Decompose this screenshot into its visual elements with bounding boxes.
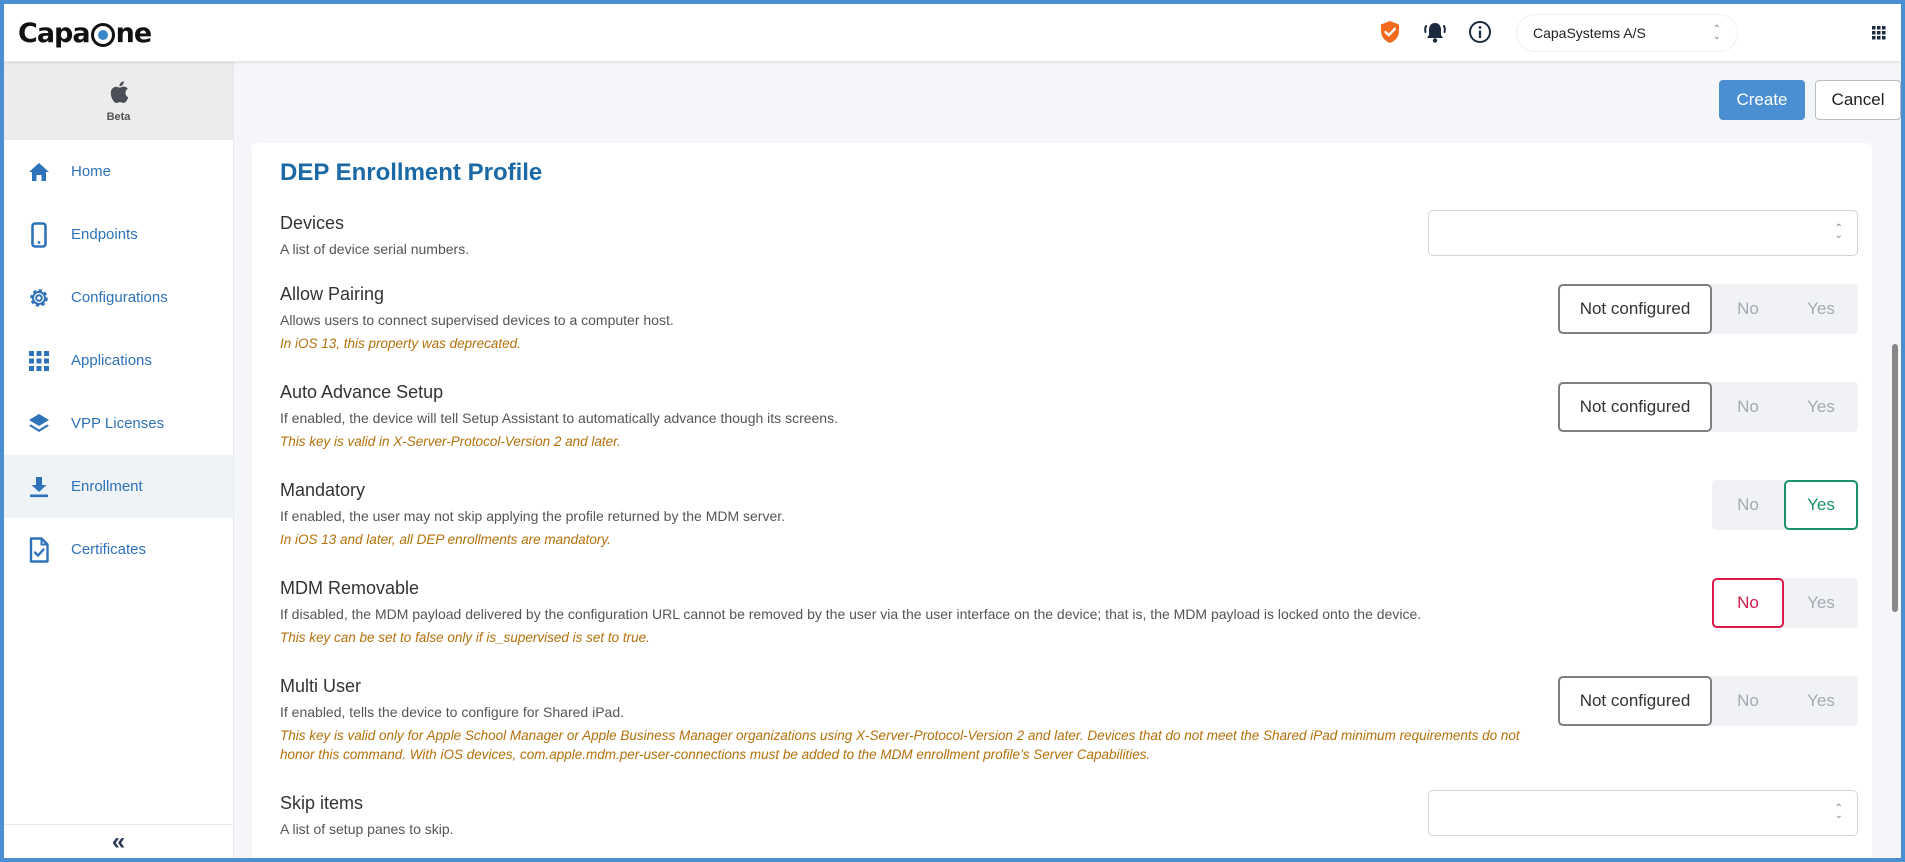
sidebar-item-label: Configurations <box>71 289 168 306</box>
option-not-configured[interactable]: Not configured <box>1558 284 1712 334</box>
option-no[interactable]: No <box>1712 676 1784 726</box>
option-yes[interactable]: Yes <box>1784 578 1858 628</box>
phone-icon <box>25 221 53 249</box>
field-mdm-removable: MDM Removable If disabled, the MDM paylo… <box>280 578 1842 647</box>
download-icon <box>25 473 53 501</box>
bell-icon[interactable] <box>1421 18 1449 46</box>
field-label: Mandatory <box>280 480 366 500</box>
option-yes[interactable]: Yes <box>1784 480 1858 530</box>
form-card: DEP Enrollment Profile Devices A list of… <box>252 143 1872 858</box>
updown-chevron-icon: ⌃ ⌄ <box>1834 223 1843 241</box>
top-bar: Capa ne CapaSystems A/S ⌃ ⌄ <box>4 4 1901 62</box>
option-not-configured[interactable]: Not configured <box>1558 382 1712 432</box>
updown-chevron-icon: ⌃ ⌄ <box>1712 24 1721 42</box>
grid-icon <box>25 347 53 375</box>
option-no[interactable]: No <box>1712 578 1784 628</box>
field-note: This key can be set to false only if is_… <box>280 630 650 645</box>
multi-user-toggle: Not configured No Yes <box>1558 676 1858 726</box>
field-note: This key is valid only for Apple School … <box>280 728 1520 762</box>
field-description: If enabled, the user may not skip applyi… <box>280 508 786 524</box>
create-button[interactable]: Create <box>1719 80 1805 120</box>
logo-o-mark-icon <box>90 23 115 47</box>
sidebar-item-home[interactable]: Home <box>4 140 233 203</box>
option-no[interactable]: No <box>1712 480 1784 530</box>
auto-advance-setup-toggle: Not configured No Yes <box>1558 382 1858 432</box>
collapse-sidebar-button[interactable]: « <box>4 824 233 858</box>
option-yes[interactable]: Yes <box>1784 676 1858 726</box>
action-bar: Create Cancel <box>1719 80 1901 120</box>
field-label: MDM Removable <box>280 578 420 598</box>
sidebar-item-label: VPP Licenses <box>71 415 165 432</box>
option-yes[interactable]: Yes <box>1784 284 1858 334</box>
organization-selector[interactable]: CapaSystems A/S ⌃ ⌄ <box>1516 14 1738 52</box>
sidebar-item-label: Certificates <box>71 541 147 558</box>
platform-label: Beta <box>106 110 131 123</box>
field-description: If disabled, the MDM payload delivered b… <box>280 606 1422 622</box>
sidebar-item-configurations[interactable]: Configurations <box>4 266 233 329</box>
vertical-scrollbar[interactable] <box>1892 344 1898 612</box>
sidebar-item-label: Endpoints <box>71 226 138 243</box>
sidebar-item-label: Home <box>71 163 112 180</box>
shield-check-icon[interactable] <box>1376 18 1404 46</box>
gear-icon <box>25 284 53 312</box>
home-icon <box>25 158 53 186</box>
apps-grid-icon[interactable] <box>1872 26 1886 45</box>
devices-select[interactable]: ⌃ ⌄ <box>1428 210 1858 256</box>
app-window: Capa ne CapaSystems A/S ⌃ ⌄ Beta Home En… <box>4 4 1901 858</box>
organization-name: CapaSystems A/S <box>1533 25 1646 41</box>
field-note: This key is valid in X-Server-Protocol-V… <box>280 434 621 449</box>
double-chevron-left-icon: « <box>111 827 126 855</box>
info-icon[interactable] <box>1466 18 1494 46</box>
cancel-button[interactable]: Cancel <box>1815 80 1901 120</box>
logo-text-left: Capa <box>18 17 91 49</box>
option-yes[interactable]: Yes <box>1784 382 1858 432</box>
option-not-configured[interactable]: Not configured <box>1558 676 1712 726</box>
option-no[interactable]: No <box>1712 284 1784 334</box>
platform-selector[interactable]: Beta <box>4 62 233 140</box>
field-note: In iOS 13 and later, all DEP enrollments… <box>280 532 611 547</box>
sidebar-item-enrollment[interactable]: Enrollment <box>4 455 233 518</box>
capaone-logo[interactable]: Capa ne <box>18 16 153 50</box>
sidebar-item-endpoints[interactable]: Endpoints <box>4 203 233 266</box>
mdm-removable-toggle: No Yes <box>1712 578 1858 628</box>
sidebar-item-label: Applications <box>71 352 152 369</box>
sidebar-item-label: Enrollment <box>71 478 143 495</box>
page-title: DEP Enrollment Profile <box>280 159 543 186</box>
layers-icon <box>25 410 53 438</box>
field-note: In iOS 13, this property was deprecated. <box>280 336 521 351</box>
certificate-icon <box>25 536 53 564</box>
sidebar-item-certificates[interactable]: Certificates <box>4 518 233 581</box>
skip-items-select[interactable]: ⌃ ⌄ <box>1428 790 1858 836</box>
sidebar: Beta Home Endpoints Configurations Appli… <box>4 62 234 858</box>
updown-chevron-icon: ⌃ ⌄ <box>1834 803 1843 821</box>
allow-pairing-toggle: Not configured No Yes <box>1558 284 1858 334</box>
apple-icon <box>109 80 129 109</box>
option-no[interactable]: No <box>1712 382 1784 432</box>
sidebar-item-applications[interactable]: Applications <box>4 329 233 392</box>
sidebar-item-vpp-licenses[interactable]: VPP Licenses <box>4 392 233 455</box>
mandatory-toggle: No Yes <box>1712 480 1858 530</box>
logo-text-right: ne <box>115 17 153 49</box>
field-mandatory: Mandatory If enabled, the user may not s… <box>280 480 1842 549</box>
